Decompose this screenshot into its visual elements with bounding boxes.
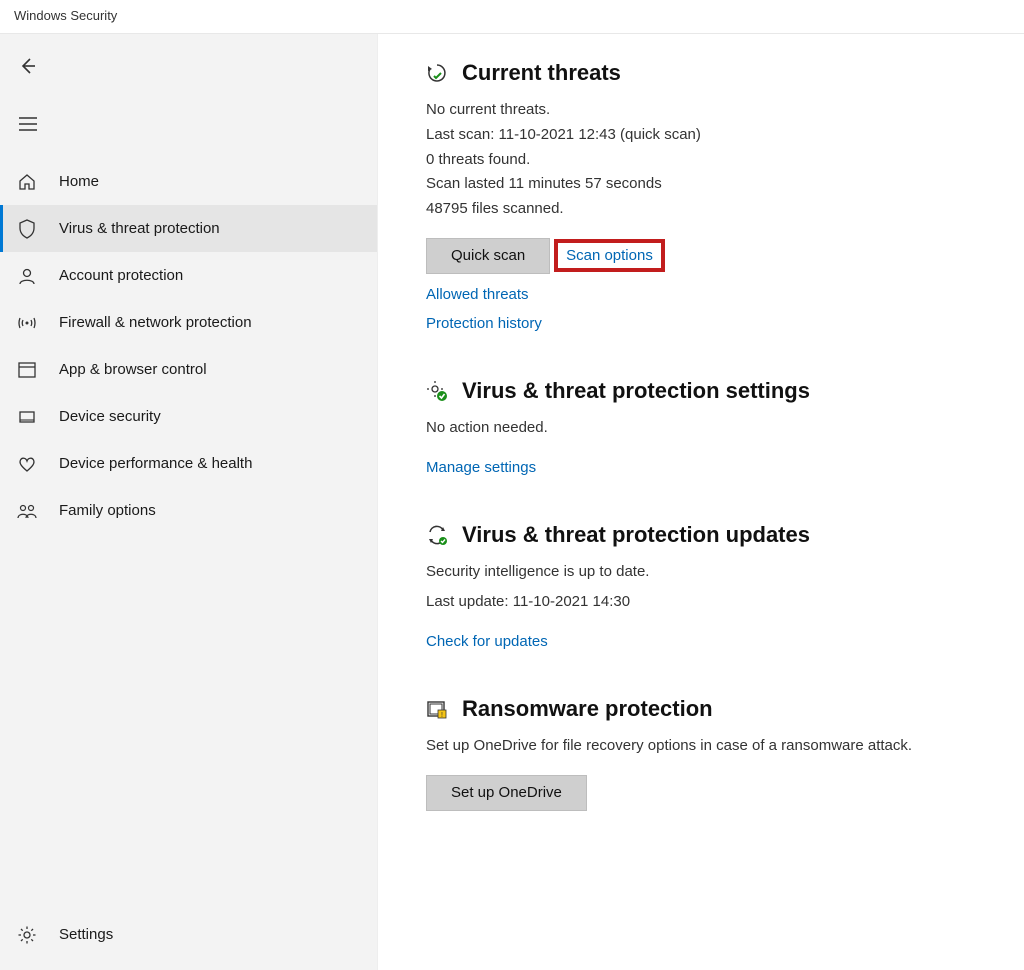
- allowed-threats-link[interactable]: Allowed threats: [426, 286, 1004, 303]
- gear-icon: [17, 925, 37, 945]
- people-icon: [17, 501, 37, 521]
- sidebar-item-label: Virus & threat protection: [59, 220, 377, 237]
- sidebar-item-label: Firewall & network protection: [59, 314, 377, 331]
- sidebar-item-device-security[interactable]: Device security: [0, 393, 377, 440]
- section-vt-settings: Virus & threat protection settings No ac…: [426, 378, 1004, 476]
- antenna-icon: [17, 313, 37, 333]
- gear-check-icon: [426, 380, 448, 402]
- section-current-threats: Current threats No current threats. Last…: [426, 60, 1004, 332]
- sidebar-item-label: Device security: [59, 408, 377, 425]
- section-ransomware: ! Ransomware protection Set up OneDrive …: [426, 696, 1004, 811]
- protection-history-link[interactable]: Protection history: [426, 315, 1004, 332]
- ransomware-desc: Set up OneDrive for file recovery option…: [426, 734, 1004, 759]
- vtsettings-title: Virus & threat protection settings: [462, 378, 810, 404]
- back-arrow-icon: [18, 56, 38, 76]
- vtsettings-status: No action needed.: [426, 416, 1004, 441]
- person-icon: [17, 266, 37, 286]
- heart-icon: [17, 454, 37, 474]
- sidebar-item-label: Device performance & health: [59, 455, 377, 472]
- manage-settings-link[interactable]: Manage settings: [426, 459, 1004, 476]
- hamburger-menu-button[interactable]: [6, 104, 50, 144]
- threats-last-scan: Last scan: 11-10-2021 12:43 (quick scan): [426, 123, 1004, 148]
- sidebar-item-family-options[interactable]: Family options: [0, 487, 377, 534]
- threats-title: Current threats: [462, 60, 621, 86]
- quick-scan-button[interactable]: Quick scan: [426, 238, 550, 274]
- section-vt-updates: Virus & threat protection updates Securi…: [426, 522, 1004, 651]
- sidebar-item-firewall[interactable]: Firewall & network protection: [0, 299, 377, 346]
- refresh-check-icon: [426, 524, 448, 546]
- back-button[interactable]: [6, 46, 50, 86]
- folder-warn-icon: !: [426, 698, 448, 720]
- updates-last-update: Last update: 11-10-2021 14:30: [426, 590, 1004, 615]
- sidebar-item-device-performance[interactable]: Device performance & health: [0, 440, 377, 487]
- updates-status: Security intelligence is up to date.: [426, 560, 1004, 585]
- sidebar-item-label: App & browser control: [59, 361, 377, 378]
- sidebar-item-label: Account protection: [59, 267, 377, 284]
- ransomware-title: Ransomware protection: [462, 696, 713, 722]
- threats-found: 0 threats found.: [426, 148, 1004, 173]
- threats-no-threats: No current threats.: [426, 98, 1004, 123]
- home-icon: [17, 172, 37, 192]
- sidebar-item-label: Family options: [59, 502, 377, 519]
- history-check-icon: [426, 62, 448, 84]
- shield-icon: [17, 219, 37, 239]
- highlight-scan-options: Scan options: [554, 239, 665, 272]
- sidebar-item-account-protection[interactable]: Account protection: [0, 252, 377, 299]
- sidebar-item-home[interactable]: Home: [0, 158, 377, 205]
- chip-icon: [17, 407, 37, 427]
- window-icon: [17, 360, 37, 380]
- svg-text:!: !: [441, 712, 443, 719]
- sidebar-nav: Home Virus & threat protection Account p…: [0, 158, 377, 911]
- sidebar: Home Virus & threat protection Account p…: [0, 34, 378, 970]
- sidebar-item-label: Home: [59, 173, 377, 190]
- threats-duration: Scan lasted 11 minutes 57 seconds: [426, 172, 1004, 197]
- main-content: Current threats No current threats. Last…: [378, 34, 1024, 970]
- threats-files: 48795 files scanned.: [426, 197, 1004, 222]
- updates-title: Virus & threat protection updates: [462, 522, 810, 548]
- window-title-bar: Windows Security: [0, 0, 1024, 34]
- sidebar-item-app-browser[interactable]: App & browser control: [0, 346, 377, 393]
- scan-options-link[interactable]: Scan options: [566, 247, 653, 264]
- check-updates-link[interactable]: Check for updates: [426, 633, 1004, 650]
- window-title: Windows Security: [14, 8, 117, 23]
- hamburger-icon: [19, 117, 37, 131]
- sidebar-item-virus-threat[interactable]: Virus & threat protection: [0, 205, 377, 252]
- sidebar-item-label: Settings: [59, 926, 377, 943]
- setup-onedrive-button[interactable]: Set up OneDrive: [426, 775, 587, 811]
- sidebar-item-settings[interactable]: Settings: [0, 911, 377, 958]
